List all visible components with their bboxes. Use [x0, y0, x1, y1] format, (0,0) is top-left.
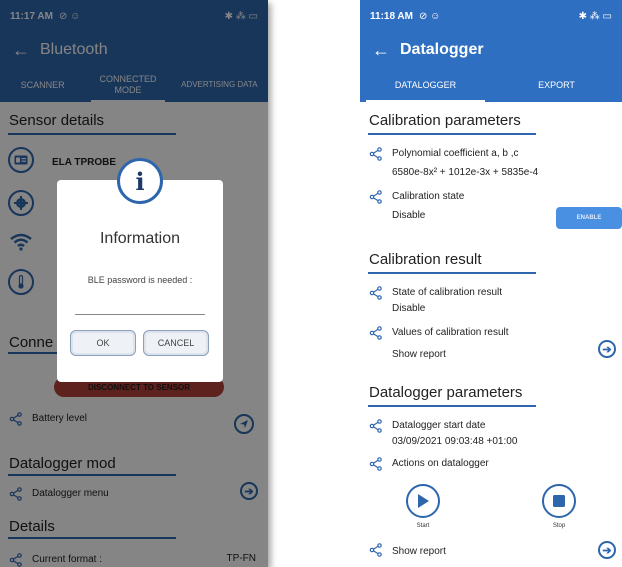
app-bar: ← Datalogger — [360, 32, 622, 68]
share-icon — [369, 419, 382, 433]
datalogger-parameters-title: Datalogger parameters — [369, 384, 523, 401]
datalogger-start-date-label: Datalogger start date — [392, 420, 486, 431]
share-icon — [369, 543, 382, 557]
tab-export[interactable]: EXPORT — [491, 68, 622, 102]
cancel-button[interactable]: CANCEL — [143, 330, 209, 356]
calibration-result-title: Calibration result — [369, 251, 482, 268]
share-icon — [369, 147, 382, 161]
show-report-arrow-icon[interactable]: ➔ — [598, 340, 616, 358]
enable-calibration-button[interactable]: ENABLE — [556, 207, 622, 229]
tab-bar: DATALOGGER EXPORT — [360, 68, 622, 102]
share-icon — [369, 286, 382, 300]
section-divider — [368, 133, 536, 135]
datalogger-show-report-label: Show report — [392, 546, 446, 557]
share-icon — [369, 326, 382, 340]
ok-button[interactable]: OK — [70, 330, 136, 356]
status-bar: 11:18 AM ⊘ ☺ ✱ ⁂ ▭ — [360, 0, 622, 32]
left-phone-screen: 11:17 AM ⊘ ☺ ✱ ⁂ ▭ ← Bluetooth SCANNER C… — [0, 0, 268, 567]
calibration-result-state-value: Disable — [392, 303, 426, 314]
calibration-result-state-label: State of calibration result — [392, 287, 503, 298]
info-icon: i — [117, 158, 163, 204]
information-dialog: Information BLE password is needed : OK … — [57, 180, 223, 382]
dialog-message: BLE password is needed : — [87, 275, 193, 285]
share-icon — [369, 190, 382, 204]
ble-password-input[interactable] — [75, 305, 205, 315]
datalogger-actions-label: Actions on datalogger — [392, 458, 489, 469]
calibration-parameters-title: Calibration parameters — [369, 112, 521, 129]
right-phone-screen: 11:18 AM ⊘ ☺ ✱ ⁂ ▭ ← Datalogger DATALOGG… — [360, 0, 622, 567]
polynomial-coefficient-row: Polynomial coefficient a, b ,c 6580e-8x²… — [360, 147, 622, 180]
status-time: 11:18 AM — [370, 10, 413, 22]
section-divider — [368, 272, 536, 274]
tab-datalogger[interactable]: DATALOGGER — [360, 68, 491, 102]
datalogger-actions-row: Actions on datalogger — [360, 457, 622, 471]
share-icon — [369, 457, 382, 471]
datalogger-start-date-row: Datalogger start date 03/09/2021 09:03:4… — [360, 419, 622, 449]
datalogger-report-arrow-icon[interactable]: ➔ — [598, 541, 616, 559]
status-icons-right: ✱ ⁂ ▭ — [578, 10, 612, 22]
datalogger-start-date-value: 03/09/2021 09:03:48 +01:00 — [392, 436, 518, 447]
back-arrow-icon[interactable]: ← — [372, 40, 400, 61]
stop-icon[interactable] — [542, 484, 576, 518]
page-title: Datalogger — [400, 41, 484, 58]
section-divider — [368, 405, 536, 407]
stop-label: Stop — [552, 523, 566, 529]
polynomial-coefficient-label: Polynomial coefficient a, b ,c — [392, 148, 519, 159]
calibration-state-label: Calibration state — [392, 191, 465, 202]
calibration-result-values-row: Values of calibration result Show report… — [360, 326, 622, 362]
calibration-result-state-row: State of calibration result Disable — [360, 286, 622, 316]
calibration-result-show-report: Show report — [392, 349, 446, 360]
calibration-result-values-label: Values of calibration result — [392, 327, 509, 338]
start-play-icon[interactable] — [406, 484, 440, 518]
polynomial-coefficient-value: 6580e-8x² + 1012e-3x + 5835e-4 — [392, 167, 539, 178]
start-label: Start — [416, 523, 430, 529]
datalogger-show-report-row: Show report ➔ — [360, 541, 622, 559]
dialog-title: Information — [99, 230, 181, 247]
status-icons-left: ⊘ ☺ — [418, 10, 441, 22]
